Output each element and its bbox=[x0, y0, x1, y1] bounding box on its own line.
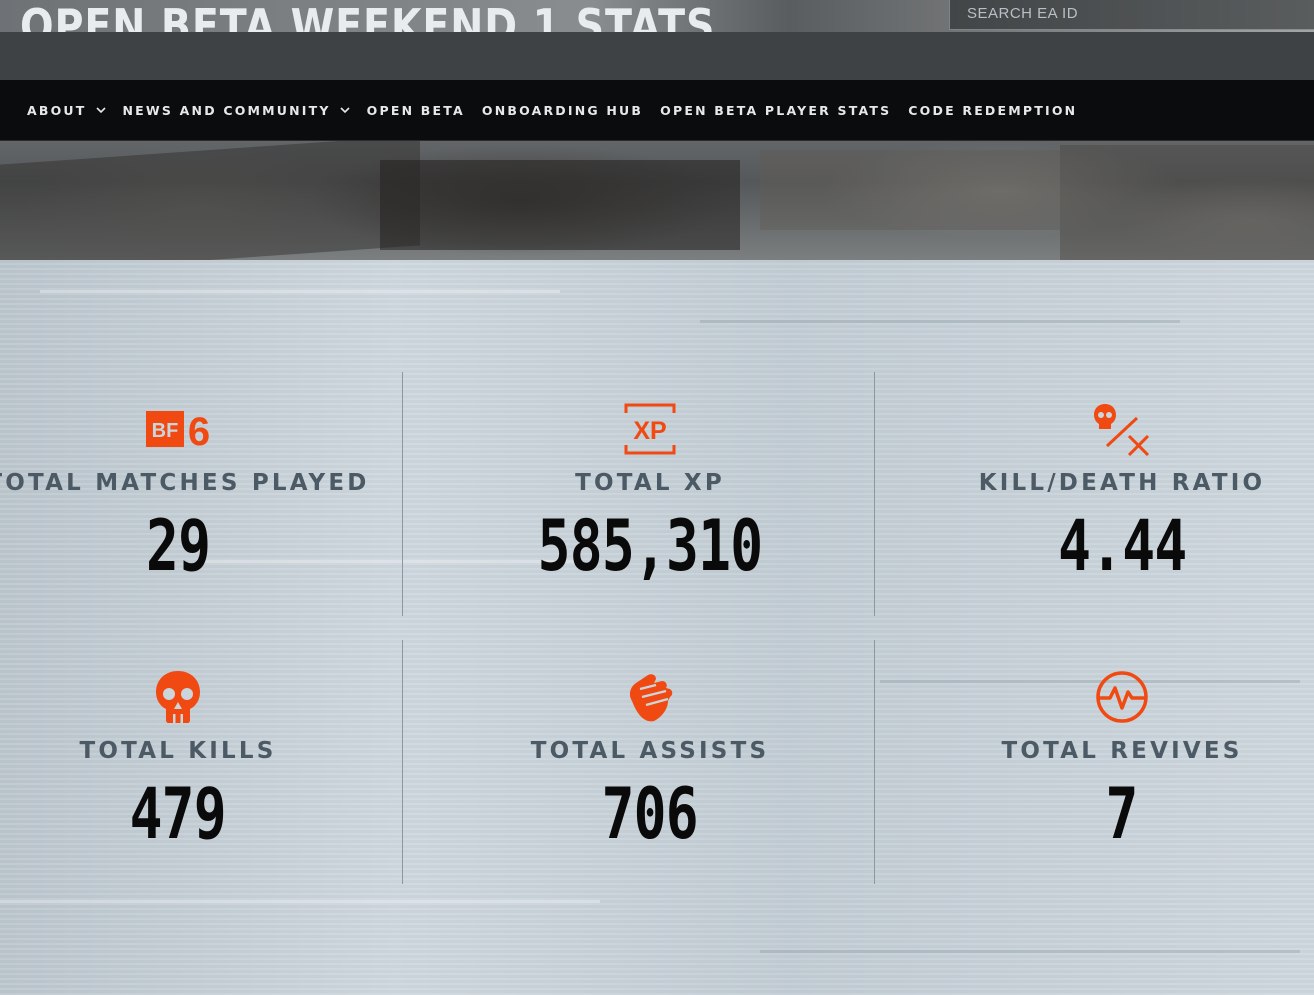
stat-total-assists: TOTAL ASSISTS 706 bbox=[450, 668, 850, 854]
page-title: OPEN BETA WEEKEND 1 STATS bbox=[20, 0, 716, 32]
stat-total-xp: XP TOTAL XP 585,310 bbox=[450, 400, 850, 586]
nav-item-label: OPEN BETA PLAYER STATS bbox=[660, 102, 892, 118]
column-divider bbox=[874, 372, 875, 616]
stat-value: 706 bbox=[601, 773, 699, 855]
main-nav: ABOUT NEWS AND COMMUNITY OPEN BETA ONBOA… bbox=[0, 80, 1314, 141]
sub-header-bar bbox=[0, 32, 1314, 80]
svg-text:6: 6 bbox=[188, 410, 210, 449]
stat-value: 7 bbox=[1105, 773, 1139, 855]
player-stats-panel: BF 6 TOTAL MATCHES PLAYED 29 XP TOTAL XP… bbox=[0, 260, 1314, 995]
nav-item-open-beta-player-stats[interactable]: OPEN BETA PLAYER STATS bbox=[660, 103, 891, 118]
handshake-icon bbox=[450, 668, 850, 726]
texture-streak bbox=[760, 950, 1300, 953]
stat-value: 479 bbox=[129, 773, 227, 855]
hero-terrain bbox=[0, 135, 420, 260]
hero-banner: OPEN BETA WEEKEND 1 STATS ABOUT NEWS AND… bbox=[0, 0, 1314, 260]
bf6-logo-icon: BF 6 bbox=[0, 400, 378, 458]
stat-total-matches-played: BF 6 TOTAL MATCHES PLAYED 29 bbox=[0, 400, 378, 586]
column-divider bbox=[402, 640, 403, 884]
column-divider bbox=[874, 640, 875, 884]
hero-hillside bbox=[1060, 145, 1314, 260]
texture-streak bbox=[700, 320, 1180, 323]
stat-value: 585,310 bbox=[537, 505, 763, 587]
stat-value: 4.44 bbox=[1057, 505, 1187, 587]
nav-item-label: ONBOARDING HUB bbox=[481, 102, 644, 118]
hero-rubble bbox=[760, 150, 1060, 230]
texture-streak bbox=[40, 290, 560, 293]
nav-item-news-and-community[interactable]: NEWS AND COMMUNITY bbox=[123, 103, 350, 118]
stat-label: TOTAL KILLS bbox=[79, 738, 277, 764]
search-input[interactable] bbox=[950, 0, 1314, 29]
stat-label: TOTAL REVIVES bbox=[1001, 738, 1243, 764]
chevron-down-icon bbox=[95, 105, 106, 115]
revive-pulse-icon bbox=[922, 668, 1314, 726]
stat-label: TOTAL XP bbox=[575, 470, 725, 496]
stat-label: TOTAL MATCHES PLAYED bbox=[0, 470, 370, 496]
nav-item-label: CODE REDEMPTION bbox=[908, 102, 1078, 118]
nav-item-label: NEWS AND COMMUNITY bbox=[122, 102, 331, 118]
xp-icon: XP bbox=[450, 400, 850, 458]
nav-item-about[interactable]: ABOUT bbox=[27, 103, 106, 118]
texture-streak bbox=[0, 900, 600, 903]
nav-item-code-redemption[interactable]: CODE REDEMPTION bbox=[908, 103, 1077, 118]
search-ea-id-field[interactable] bbox=[949, 0, 1314, 30]
stat-value: 29 bbox=[145, 505, 211, 587]
stat-label: TOTAL ASSISTS bbox=[530, 738, 770, 764]
chevron-down-icon bbox=[340, 105, 350, 115]
column-divider bbox=[402, 372, 403, 616]
nav-item-open-beta[interactable]: OPEN BETA bbox=[367, 103, 465, 118]
nav-item-label: OPEN BETA bbox=[366, 102, 465, 118]
skull-icon bbox=[0, 668, 378, 726]
stat-label: KILL/DEATH RATIO bbox=[978, 470, 1266, 496]
hero-wreckage bbox=[380, 160, 740, 250]
kill-death-ratio-icon bbox=[922, 400, 1314, 458]
svg-text:XP: XP bbox=[633, 417, 666, 445]
nav-item-onboarding-hub[interactable]: ONBOARDING HUB bbox=[482, 103, 643, 118]
nav-item-label: ABOUT bbox=[27, 102, 87, 118]
svg-text:BF: BF bbox=[152, 420, 179, 442]
stat-total-kills: TOTAL KILLS 479 bbox=[0, 668, 378, 854]
stat-kill-death-ratio: KILL/DEATH RATIO 4.44 bbox=[922, 400, 1314, 586]
stat-total-revives: TOTAL REVIVES 7 bbox=[922, 668, 1314, 854]
